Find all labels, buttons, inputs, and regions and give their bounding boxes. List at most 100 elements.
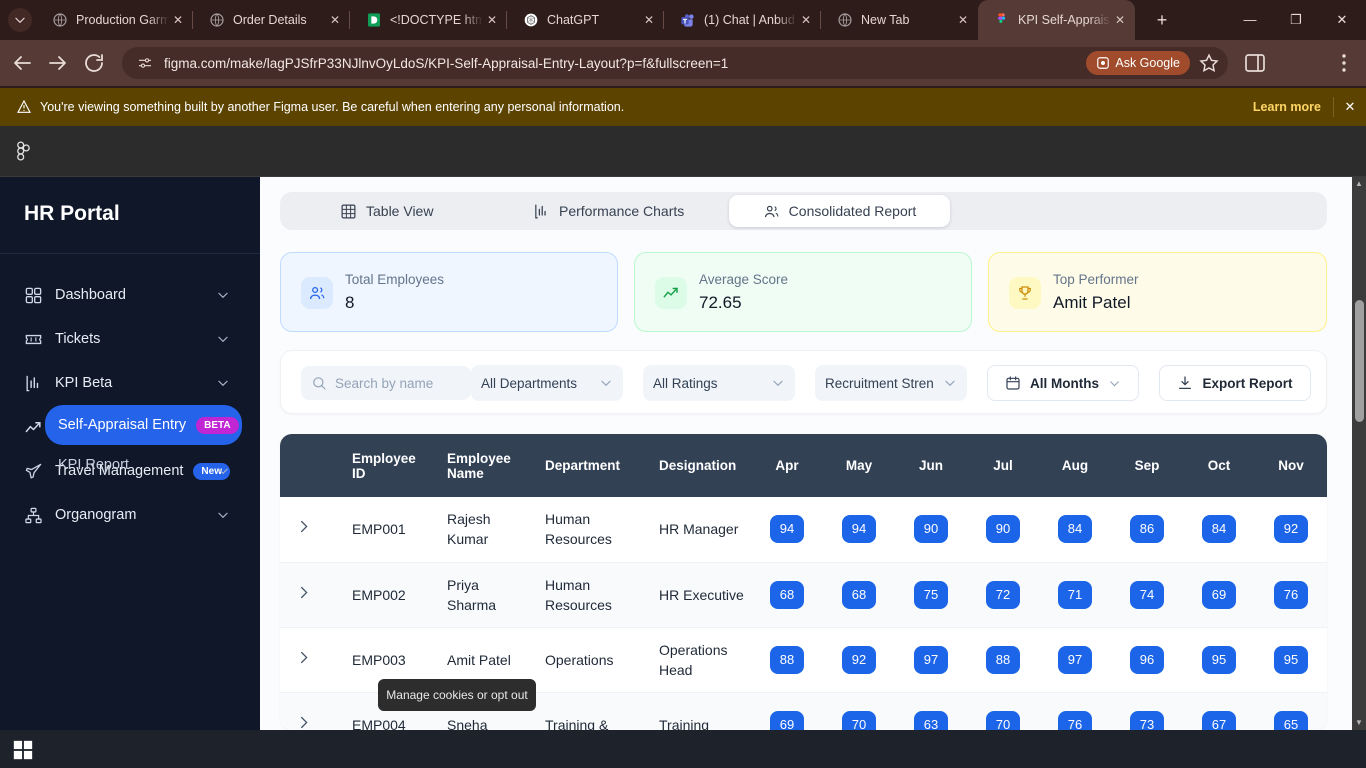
browser-tab[interactable]: (1) Chat | Anbud ✕: [664, 0, 821, 40]
score-badge: 92: [1274, 515, 1308, 544]
expand-row-cell[interactable]: [280, 562, 326, 628]
window-close-button[interactable]: ✕: [1329, 8, 1355, 32]
sidebar-item[interactable]: KPI Beta: [0, 361, 260, 405]
column-header: Sep: [1111, 434, 1183, 497]
employee-name-cell: Rajesh Kumar: [421, 497, 519, 563]
table-icon: [340, 203, 357, 220]
browser-tab[interactable]: Production Garm ✕: [36, 0, 193, 40]
tab-close-icon[interactable]: ✕: [954, 11, 972, 29]
browser-tab[interactable]: KPI Self-Apprais ✕: [978, 0, 1135, 40]
tab-close-icon[interactable]: ✕: [483, 11, 501, 29]
ask-google-button[interactable]: Ask Google: [1086, 51, 1190, 75]
kpi-filter-value: Recruitment Stren: [825, 375, 934, 391]
score-badge: 76: [1058, 710, 1092, 730]
back-arrow-icon[interactable]: [10, 51, 34, 75]
site-settings-icon[interactable]: [132, 50, 158, 76]
designation-cell: HR Manager: [633, 497, 751, 563]
month-filter[interactable]: All Months: [987, 365, 1139, 401]
tab-close-icon[interactable]: ✕: [326, 11, 344, 29]
column-header: Apr: [751, 434, 823, 497]
chevron-right-icon[interactable]: [296, 585, 311, 600]
score-cell: 84: [1183, 497, 1255, 563]
tab-close-icon[interactable]: ✕: [1111, 11, 1129, 29]
sidebar-item[interactable]: Dashboard: [0, 273, 260, 317]
chevron-down-icon[interactable]: [216, 288, 230, 302]
tab-title: Production Garm: [76, 13, 169, 27]
score-cell: 88: [751, 627, 823, 693]
address-bar[interactable]: figma.com/make/lagPJSfrP33NJlnvOyLdoS/KP…: [122, 47, 1228, 79]
learn-more-link[interactable]: Learn more: [1253, 100, 1321, 114]
tab-search-icon[interactable]: [8, 8, 32, 32]
scroll-up-arrow-icon[interactable]: ▲: [1352, 177, 1366, 191]
browser-tab[interactable]: Order Details ✕: [193, 0, 350, 40]
window-restore-button[interactable]: ❐: [1283, 8, 1309, 32]
score-badge: 70: [842, 710, 876, 730]
tab-performance-charts[interactable]: Performance Charts: [533, 195, 684, 227]
column-header: Oct: [1183, 434, 1255, 497]
banner-close-icon[interactable]: ✕: [1334, 99, 1366, 115]
star-icon[interactable]: [1198, 52, 1220, 74]
tab-close-icon[interactable]: ✕: [640, 11, 658, 29]
sidebar-sub-item-label: Self-Appraisal Entry: [58, 417, 187, 433]
page-scrollbar[interactable]: ▲ ▼: [1352, 177, 1366, 730]
reload-icon[interactable]: [82, 51, 106, 75]
windows-start-button[interactable]: [12, 739, 34, 761]
sidebar-item[interactable]: Tickets: [0, 317, 260, 361]
score-badge: 90: [986, 515, 1020, 544]
chevron-down-icon: [1108, 377, 1121, 390]
sidebar-sub-item[interactable]: Self-Appraisal Entry BETA: [45, 405, 242, 445]
browser-tab[interactable]: New Tab ✕: [821, 0, 978, 40]
new-tab-button[interactable]: +: [1150, 9, 1174, 33]
export-report-button[interactable]: Export Report: [1159, 365, 1311, 401]
figma-logo-icon[interactable]: [12, 140, 34, 162]
users-icon: [763, 203, 780, 220]
department-filter[interactable]: All Departments: [471, 365, 623, 401]
tab-close-icon[interactable]: ✕: [169, 11, 187, 29]
score-badge: 71: [1058, 580, 1092, 609]
department-filter-value: All Departments: [481, 375, 578, 391]
tab-close-icon[interactable]: ✕: [797, 11, 815, 29]
window-minimize-button[interactable]: —: [1237, 8, 1263, 32]
department-cell: Training &: [519, 692, 633, 730]
search-input[interactable]: [335, 375, 455, 391]
chevron-right-icon[interactable]: [296, 715, 311, 730]
chevron-down-icon[interactable]: [216, 376, 230, 390]
chevron-down-icon[interactable]: [216, 332, 230, 346]
expand-row-cell[interactable]: [280, 497, 326, 563]
score-badge: 94: [770, 515, 804, 544]
tab-consolidated-report[interactable]: Consolidated Report: [729, 195, 950, 227]
figma-warning-banner: You're viewing something built by anothe…: [0, 88, 1366, 126]
rating-filter[interactable]: All Ratings: [643, 365, 795, 401]
kebab-menu-icon[interactable]: [1332, 51, 1356, 75]
scroll-down-arrow-icon[interactable]: ▼: [1352, 716, 1366, 730]
score-badge: 67: [1202, 710, 1236, 730]
score-badge: 68: [770, 580, 804, 609]
expand-row-cell[interactable]: [280, 627, 326, 693]
browser-tab[interactable]: ChatGPT ✕: [507, 0, 664, 40]
score-cell: 67: [1183, 692, 1255, 730]
forward-arrow-icon[interactable]: [46, 51, 70, 75]
sidebar-item[interactable]: Organogram: [0, 493, 260, 537]
url-text[interactable]: figma.com/make/lagPJSfrP33NJlnvOyLdoS/KP…: [164, 56, 1086, 71]
employee-name-cell: Priya Sharma: [421, 562, 519, 628]
cookie-tooltip[interactable]: Manage cookies or opt out: [378, 679, 536, 711]
expand-row-cell[interactable]: [280, 692, 326, 730]
side-panel-icon[interactable]: [1243, 51, 1267, 75]
department-cell: Operations: [519, 627, 633, 693]
tab-table-view[interactable]: Table View: [340, 195, 433, 227]
score-badge: 63: [914, 710, 948, 730]
scrollbar-thumb[interactable]: [1355, 300, 1364, 422]
search-box[interactable]: [301, 366, 471, 400]
table-row[interactable]: EMP002 Priya Sharma Human Resources HR E…: [280, 562, 1327, 628]
employee-id-cell: EMP001: [326, 497, 421, 563]
ask-google-label: Ask Google: [1115, 56, 1180, 70]
score-badge: 97: [1058, 645, 1092, 674]
kpi-filter[interactable]: Recruitment Stren: [815, 365, 967, 401]
windows-taskbar: Type here to search 28°C Partly su: [0, 730, 1366, 768]
chevron-right-icon[interactable]: [296, 519, 311, 534]
table-row[interactable]: EMP001 Rajesh Kumar Human Resources HR M…: [280, 497, 1327, 563]
chevron-right-icon[interactable]: [296, 650, 311, 665]
chevron-down-icon[interactable]: [216, 508, 230, 522]
browser-tab[interactable]: <!DOCTYPE htm ✕: [350, 0, 507, 40]
sidebar-sub-item[interactable]: KPI Report: [45, 445, 242, 485]
